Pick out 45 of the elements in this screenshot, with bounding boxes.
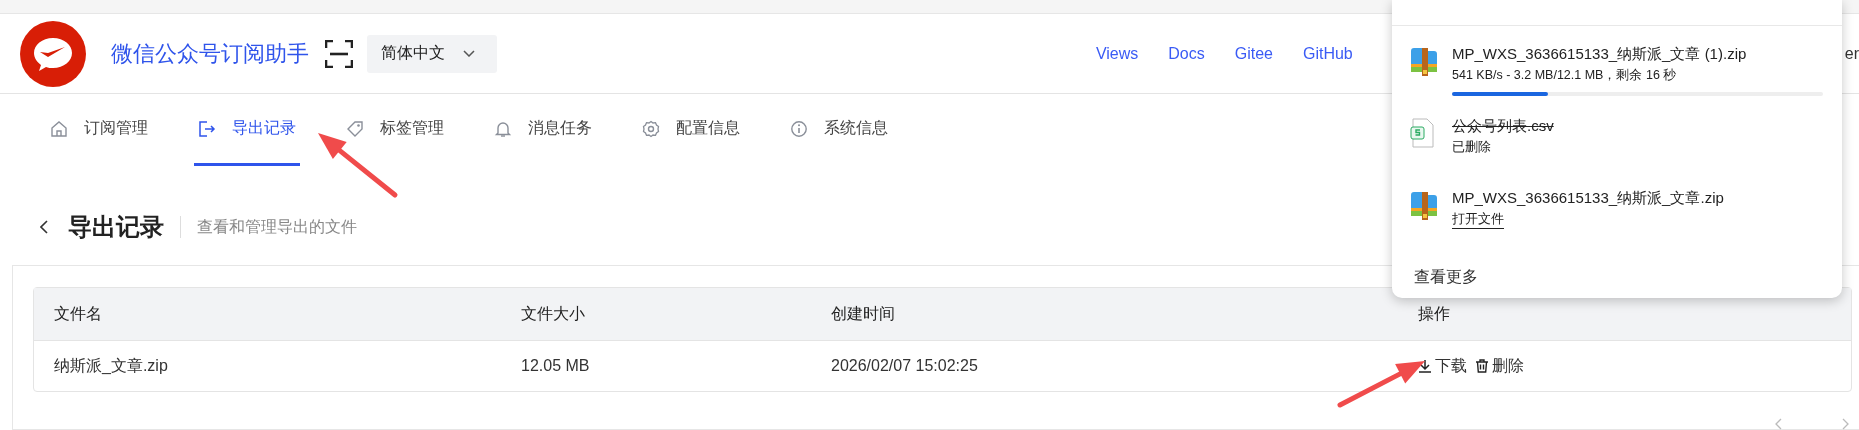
column-header: 文件大小 <box>520 304 586 324</box>
scan-icon[interactable] <box>325 39 353 68</box>
page-title: 导出记录 <box>68 216 181 238</box>
open-file-link[interactable]: 打开文件 <box>1452 211 1504 229</box>
table-cell-text: 2026/02/07 15:02:25 <box>830 357 979 375</box>
download-button[interactable]: 下载 <box>1418 355 1467 377</box>
trash-icon <box>1475 359 1489 373</box>
back-icon[interactable] <box>40 220 48 234</box>
column-header: 文件名 <box>53 304 103 324</box>
nav-tab[interactable]: 系统信息 <box>786 94 892 166</box>
header-link[interactable]: Views <box>1095 44 1139 63</box>
logo-icon <box>20 20 86 87</box>
delete-button[interactable]: 删除 <box>1475 355 1524 377</box>
header-link[interactable]: er <box>1844 44 1859 63</box>
column-header: 创建时间 <box>830 304 896 324</box>
settings-icon <box>642 119 660 138</box>
header-link[interactable]: GitHub <box>1302 44 1353 63</box>
bell-icon <box>494 119 512 138</box>
archive-file-icon <box>1410 46 1438 76</box>
file-name[interactable]: MP_WXS_3636615133_纳斯派_文章 (1).zip <box>1452 44 1826 64</box>
file-name[interactable]: MP_WXS_3636615133_纳斯派_文章.zip <box>1452 188 1826 208</box>
info-icon <box>790 119 808 138</box>
nav-tab[interactable]: 标签管理 <box>342 94 448 166</box>
nav-tab[interactable]: 订阅管理 <box>46 94 152 166</box>
download-status: 已删除 <box>1452 139 1492 156</box>
download-status: 541 KB/s - 3.2 MB/12.1 MB，剩余 16 秒 <box>1452 67 1678 84</box>
tag-icon <box>346 119 364 138</box>
nav-tab[interactable]: 导出记录 <box>194 94 300 166</box>
archive-file-icon <box>1410 190 1438 220</box>
table-cell-text: 纳斯派_文章.zip <box>53 355 169 376</box>
page-subtitle: 查看和管理导出的文件 <box>197 216 357 237</box>
chevron-down-icon <box>463 50 475 57</box>
table-cell-text: 12.05 MB <box>520 357 591 375</box>
header-link[interactable]: Gitee <box>1234 44 1273 63</box>
nav-tab[interactable]: 消息任务 <box>490 94 596 166</box>
language-select[interactable]: 简体中文 <box>367 34 497 73</box>
home-icon <box>50 119 68 138</box>
file-name: 公众号列表.csv <box>1452 116 1555 136</box>
see-more-link[interactable]: 查看更多 <box>1414 267 1478 288</box>
header-link[interactable]: Docs <box>1168 44 1205 63</box>
nav-tab[interactable]: 配置信息 <box>638 94 744 166</box>
column-header: 操作 <box>1417 304 1451 324</box>
export-icon <box>198 119 216 138</box>
download-icon <box>1418 359 1432 373</box>
app-title: 微信公众号订阅助手 <box>111 39 309 68</box>
